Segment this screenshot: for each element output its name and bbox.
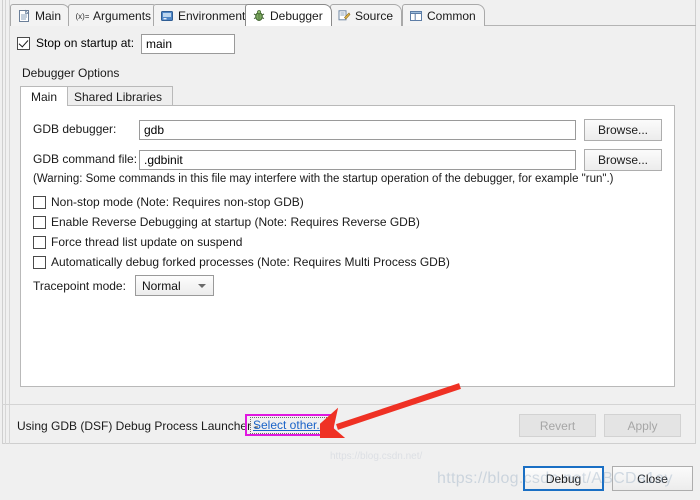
reverse-debugging-row[interactable]: Enable Reverse Debugging at startup (Not…	[33, 215, 420, 229]
tracepoint-mode-value: Normal	[141, 278, 181, 293]
non-stop-mode-label: Non-stop mode (Note: Requires non-stop G…	[51, 195, 304, 209]
tab-label: Source	[355, 8, 394, 23]
auto-debug-forked-checkbox[interactable]	[33, 255, 46, 269]
panel-left-rail-outer	[5, 0, 6, 444]
tab-label: Main	[35, 8, 62, 23]
close-button[interactable]: Close	[612, 466, 693, 491]
tracepoint-mode-select[interactable]: Normal	[134, 275, 214, 296]
source-icon	[337, 9, 351, 23]
inner-tab-seam-mask	[21, 105, 64, 106]
tab-source[interactable]: Source	[330, 4, 403, 26]
inner-tab-label: Shared Libraries	[74, 89, 163, 104]
debugger-options-tab-strip: Main Shared Libraries	[20, 86, 675, 106]
tracepoint-mode-label: Tracepoint mode:	[33, 278, 126, 293]
gdb-debugger-input[interactable]	[139, 120, 576, 140]
command-file-warning-text: (Warning: Some commands in this file may…	[33, 173, 614, 185]
non-stop-mode-checkbox[interactable]	[33, 195, 46, 209]
tracepoint-mode-row: Tracepoint mode: Normal	[33, 275, 214, 296]
variable-icon: (x)=	[75, 9, 90, 23]
gdb-command-file-label: GDB command file:	[33, 152, 138, 166]
gdb-debugger-label: GDB debugger:	[33, 122, 117, 136]
chevron-down-icon	[197, 284, 206, 288]
environment-icon	[160, 9, 174, 23]
debug-configurations-dialog: Main (x)= Arguments Environment Debugger…	[0, 0, 700, 500]
auto-debug-forked-row[interactable]: Automatically debug forked processes (No…	[33, 255, 450, 269]
bug-icon	[252, 9, 266, 23]
reverse-debugging-label: Enable Reverse Debugging at startup (Not…	[51, 215, 420, 229]
tab-strip: Main (x)= Arguments Environment Debugger…	[10, 4, 696, 26]
tab-arguments[interactable]: (x)= Arguments	[68, 4, 161, 26]
gdb-command-file-label-wrap: GDB command file:	[33, 152, 137, 166]
tab-label: Environment	[178, 8, 246, 23]
non-stop-mode-row[interactable]: Non-stop mode (Note: Requires non-stop G…	[33, 195, 304, 209]
select-other-link[interactable]: Select other...	[253, 418, 326, 432]
debug-button[interactable]: Debug	[523, 466, 604, 491]
apply-button[interactable]: Apply	[604, 414, 681, 437]
tab-debugger[interactable]: Debugger	[245, 4, 332, 26]
inner-tab-label: Main	[31, 89, 58, 104]
reverse-debugging-checkbox[interactable]	[33, 215, 46, 229]
common-icon	[409, 9, 423, 23]
stop-on-startup-label: Stop on startup at:	[36, 36, 135, 50]
document-icon	[17, 9, 31, 23]
force-thread-list-checkbox[interactable]	[33, 235, 46, 249]
revert-button[interactable]: Revert	[519, 414, 596, 437]
select-other-focus-ring: Select other...	[250, 417, 330, 434]
force-thread-list-label: Force thread list update on suspend	[51, 235, 243, 249]
tab-label: Debugger	[270, 8, 323, 23]
auto-debug-forked-label: Automatically debug forked processes (No…	[51, 255, 450, 269]
launcher-separator	[2, 404, 696, 405]
gdb-debugger-browse-button[interactable]: Browse...	[584, 119, 662, 141]
select-other-highlight: Select other...	[245, 414, 335, 436]
debugger-options-label: Debugger Options	[22, 66, 120, 80]
stop-on-startup-checkbox[interactable]	[17, 36, 30, 50]
tab-main[interactable]: Main	[10, 4, 71, 26]
inner-tab-main[interactable]: Main	[20, 86, 69, 106]
panel-left-rail-inner	[9, 0, 10, 444]
gdb-command-file-input[interactable]	[139, 150, 576, 170]
stop-on-startup-input[interactable]	[141, 34, 235, 54]
svg-text:(x)=: (x)=	[76, 12, 90, 21]
force-thread-list-row[interactable]: Force thread list update on suspend	[33, 235, 242, 249]
watermark-secondary: https://blog.csdn.net/	[330, 451, 423, 462]
tab-environment[interactable]: Environment	[153, 4, 255, 26]
gdb-debugger-label-wrap: GDB debugger:	[33, 122, 116, 136]
inner-tab-shared-libraries[interactable]: Shared Libraries	[63, 86, 174, 106]
tab-label: Common	[427, 8, 476, 23]
tab-label: Arguments	[93, 8, 152, 23]
tab-common[interactable]: Common	[402, 4, 485, 26]
gdb-command-file-browse-button[interactable]: Browse...	[584, 149, 662, 171]
launcher-description: Using GDB (DSF) Debug Process Launcher -	[17, 419, 259, 433]
stop-on-startup-row[interactable]: Stop on startup at:	[17, 36, 134, 50]
